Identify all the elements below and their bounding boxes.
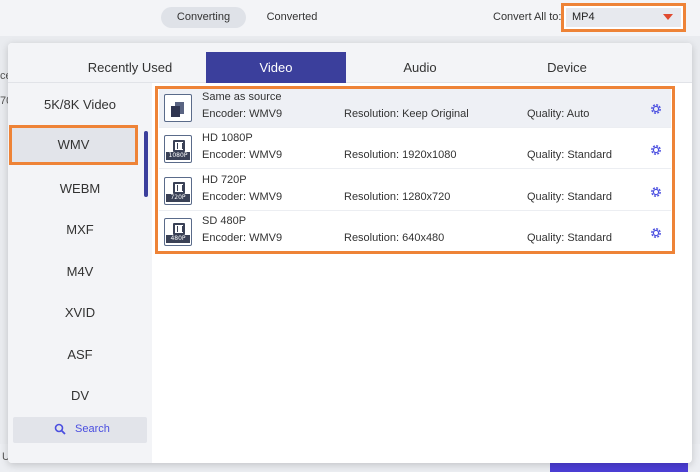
preset-list: Same as source Encoder: WMV9 Resolution:…: [155, 86, 675, 254]
preset-name: SD 480P: [202, 215, 247, 227]
top-bar: Converting Converted Convert All to: MP4: [0, 0, 700, 36]
convert-all-label: Convert All to:: [493, 11, 562, 23]
search-button[interactable]: Search: [13, 417, 147, 443]
format-panel: Recently Used Video Audio Device 5K/8K V…: [8, 43, 692, 463]
preset-resolution: Resolution: Keep Original: [344, 108, 469, 120]
preset-encoder: Encoder: WMV9: [202, 191, 283, 203]
sidebar-item-asf[interactable]: ASF: [8, 339, 152, 371]
search-icon: [54, 423, 66, 435]
preset-encoder: Encoder: WMV9: [202, 149, 283, 161]
sidebar-item-wmv[interactable]: WMV: [9, 125, 138, 165]
sidebar-item-m4v[interactable]: M4V: [8, 256, 152, 288]
format-sidebar: 5K/8K Video WMV WEBM MXF M4V XVID ASF DV…: [8, 83, 152, 463]
preset-quality: Quality: Auto: [527, 108, 590, 120]
tab-recently-used[interactable]: Recently Used: [52, 52, 208, 83]
preset-quality: Quality: Standard: [527, 191, 612, 203]
sidebar-item-dv[interactable]: DV: [8, 380, 152, 412]
same-as-source-icon: [164, 94, 192, 122]
gear-icon[interactable]: [649, 226, 663, 240]
output-format-select[interactable]: MP4: [561, 3, 686, 32]
film-720p-icon: 720P: [164, 177, 192, 205]
format-tabs: Recently Used Video Audio Device: [8, 43, 692, 83]
preset-quality: Quality: Standard: [527, 149, 612, 161]
resolution-badge: 1080P: [166, 152, 190, 160]
sidebar-item-5k8k-video[interactable]: 5K/8K Video: [8, 89, 152, 121]
gear-icon[interactable]: [649, 185, 663, 199]
dropdown-arrow-icon: [663, 14, 673, 20]
gear-icon[interactable]: [649, 102, 663, 116]
gear-icon[interactable]: [649, 143, 663, 157]
preset-row-sd-480p[interactable]: 480P SD 480P Encoder: WMV9 Resolution: 6…: [159, 213, 671, 252]
preset-name: HD 1080P: [202, 132, 253, 144]
preset-resolution: Resolution: 640x480: [344, 232, 445, 244]
preset-name: HD 720P: [202, 174, 247, 186]
preset-encoder: Encoder: WMV9: [202, 108, 283, 120]
resolution-badge: 480P: [166, 235, 190, 243]
preset-encoder: Encoder: WMV9: [202, 232, 283, 244]
tab-video[interactable]: Video: [206, 52, 346, 83]
sidebar-item-mxf[interactable]: MXF: [8, 214, 152, 246]
sidebar-item-webm[interactable]: WEBM: [8, 173, 152, 205]
film-1080p-icon: 1080P: [164, 135, 192, 163]
preset-resolution: Resolution: 1920x1080: [344, 149, 457, 161]
output-format-value: MP4: [572, 11, 595, 23]
preset-row-hd-1080p[interactable]: 1080P HD 1080P Encoder: WMV9 Resolution:…: [159, 130, 671, 169]
search-label: Search: [75, 423, 110, 435]
preset-row-hd-720p[interactable]: 720P HD 720P Encoder: WMV9 Resolution: 1…: [159, 172, 671, 211]
sidebar-scrollbar[interactable]: [144, 131, 148, 197]
film-480p-icon: 480P: [164, 218, 192, 246]
preset-quality: Quality: Standard: [527, 232, 612, 244]
tab-audio[interactable]: Audio: [345, 52, 495, 83]
preset-resolution: Resolution: 1280x720: [344, 191, 451, 203]
resolution-badge: 720P: [166, 194, 190, 202]
tab-converted[interactable]: Converted: [256, 7, 328, 28]
tab-converting[interactable]: Converting: [161, 7, 246, 28]
preset-name: Same as source: [202, 91, 282, 103]
preset-row-same-as-source[interactable]: Same as source Encoder: WMV9 Resolution:…: [159, 89, 671, 128]
sidebar-item-xvid[interactable]: XVID: [8, 297, 152, 329]
tab-device[interactable]: Device: [492, 52, 642, 83]
